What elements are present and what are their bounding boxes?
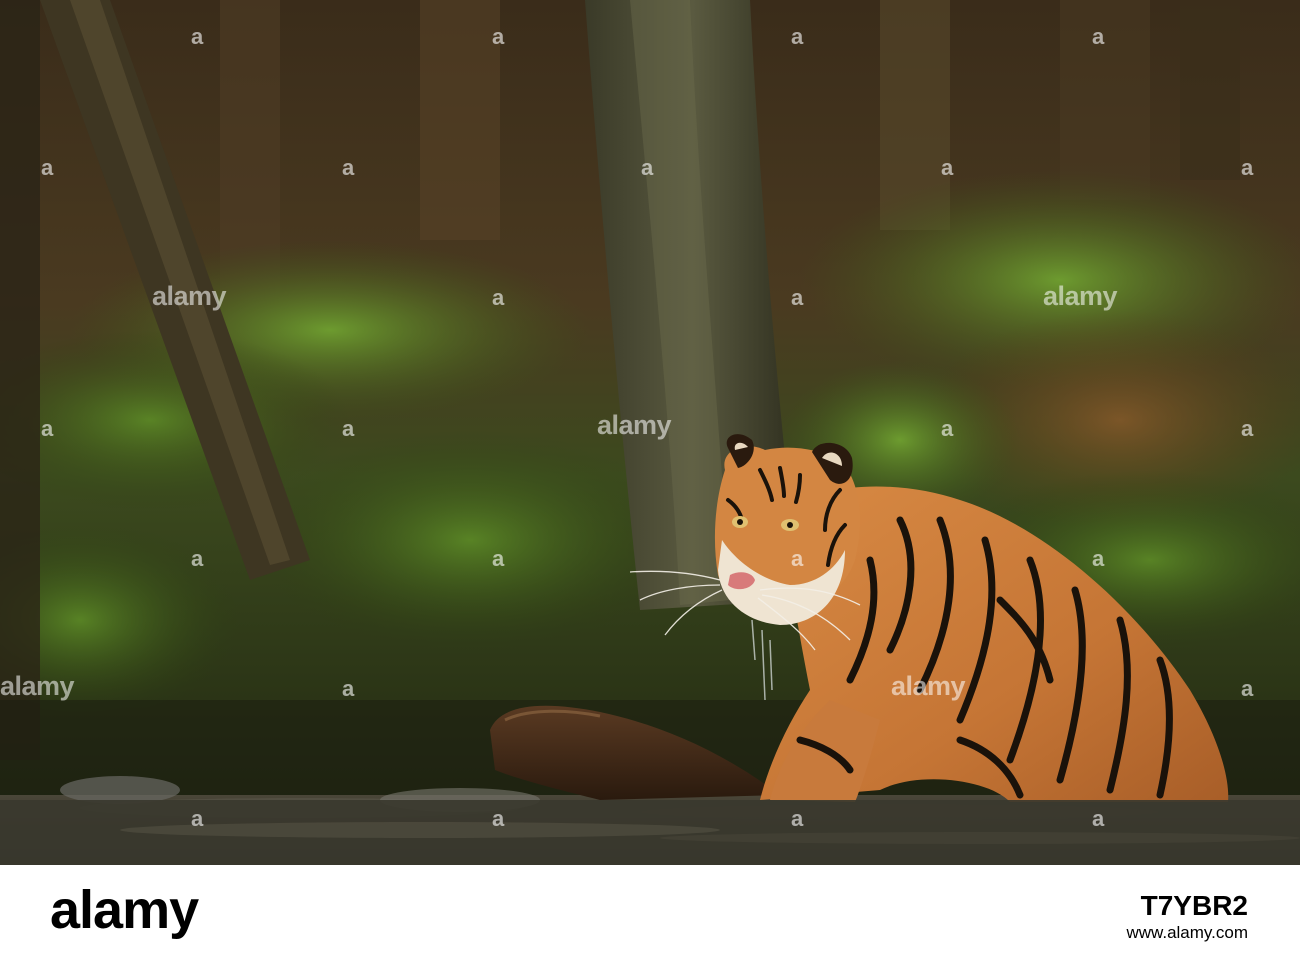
watermark-dot: a <box>191 806 204 831</box>
watermark-dot: a <box>1241 155 1254 180</box>
watermark-dot: a <box>791 285 804 310</box>
watermark-dot: a <box>1241 676 1254 701</box>
stock-photo: a a a a a a a a a a a a a a a a a a a a … <box>0 0 1300 865</box>
watermark-dot: a <box>791 806 804 831</box>
watermark-dot: a <box>641 155 654 180</box>
watermark-dot: a <box>1241 416 1254 441</box>
watermark-dot: a <box>941 416 954 441</box>
watermark-logo: alamy <box>0 671 75 701</box>
watermark-dot: a <box>191 24 204 49</box>
watermark-dot: a <box>342 676 355 701</box>
watermark-logo: alamy <box>597 410 672 440</box>
watermark-dot: a <box>1092 546 1105 571</box>
watermark-dot: a <box>941 155 954 180</box>
watermark-dot: a <box>191 546 204 571</box>
watermark-dot: a <box>492 546 505 571</box>
watermark-dot: a <box>791 24 804 49</box>
watermark-dot: a <box>41 155 54 180</box>
watermark-logo: alamy <box>891 671 966 701</box>
watermark-dot: a <box>41 416 54 441</box>
brand-logo: alamy <box>50 880 199 940</box>
watermark-dot: a <box>1092 806 1105 831</box>
watermark-dot: a <box>492 24 505 49</box>
watermark-logo: alamy <box>1043 281 1118 311</box>
watermark-dot: a <box>342 155 355 180</box>
watermark-dot: a <box>342 416 355 441</box>
watermark-dot: a <box>1092 24 1105 49</box>
site-url[interactable]: www.alamy.com <box>1126 923 1248 943</box>
image-id: T7YBR2 <box>1140 890 1248 921</box>
watermark-logo: alamy <box>152 281 227 311</box>
footer-bar: alamy T7YBR2 www.alamy.com <box>0 865 1300 955</box>
watermark-dot: a <box>492 806 505 831</box>
watermark-dot: a <box>492 285 505 310</box>
watermark-dot: a <box>791 546 804 571</box>
